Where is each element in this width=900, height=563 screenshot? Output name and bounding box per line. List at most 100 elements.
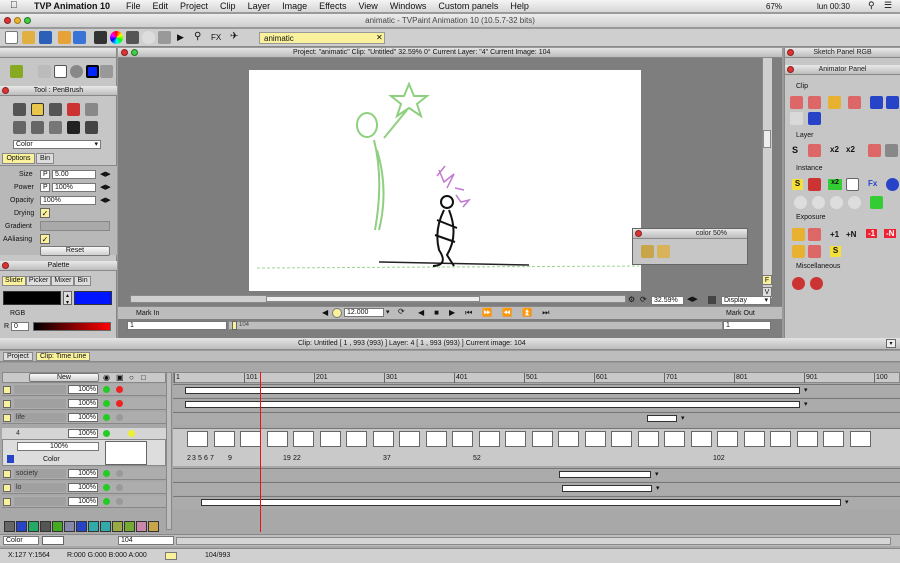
color-swatch[interactable] — [148, 521, 159, 532]
layer-row[interactable]: 100% — [2, 496, 166, 508]
transport-6-icon[interactable]: ⏪ — [502, 308, 512, 318]
layer-opacity[interactable]: 100% — [68, 399, 98, 408]
swatch-icon[interactable] — [86, 65, 99, 78]
brush-color-icon[interactable] — [641, 245, 654, 258]
sketch-close-icon[interactable] — [787, 49, 794, 56]
brush-tool-5-icon[interactable] — [85, 103, 98, 116]
fps-field[interactable]: 12.000 — [344, 308, 384, 317]
color-50-close-icon[interactable] — [635, 230, 642, 237]
clip-bar[interactable] — [559, 471, 651, 478]
pen-icon[interactable] — [38, 65, 51, 78]
clip-chevron-icon[interactable]: ▾ — [804, 386, 808, 394]
frame-thumb[interactable] — [213, 431, 235, 447]
mark-out-field[interactable]: 1 — [723, 321, 771, 330]
brush-tool-8-icon[interactable] — [49, 121, 62, 134]
square-icon[interactable] — [54, 65, 67, 78]
undo-icon[interactable] — [58, 31, 71, 44]
exposure-grid-icon[interactable] — [792, 228, 805, 241]
frame-thumb[interactable] — [584, 431, 606, 447]
frame-thumb[interactable] — [637, 431, 659, 447]
zoom-stepper[interactable]: ◀▶ — [687, 295, 698, 303]
prev-icon[interactable]: ◀ — [322, 308, 328, 317]
menu-image[interactable]: Image — [282, 1, 307, 11]
skull2-icon[interactable] — [808, 178, 821, 191]
animator-close-icon[interactable] — [787, 66, 794, 73]
menu-help[interactable]: Help — [510, 1, 529, 11]
misc-icon[interactable] — [792, 277, 805, 290]
size-stepper[interactable]: ◀▶ — [100, 170, 111, 178]
layer-track[interactable]: ▾ — [173, 496, 900, 509]
palette-tab-picker[interactable]: Picker — [25, 276, 52, 286]
menu-file[interactable]: File — [126, 1, 141, 11]
menu-custom-panels[interactable]: Custom panels — [438, 1, 498, 11]
instance-white-icon[interactable] — [846, 178, 859, 191]
frame-thumb[interactable] — [266, 431, 288, 447]
r-value[interactable]: 0 — [11, 322, 29, 331]
color-swatch[interactable] — [136, 521, 147, 532]
minus-one-button[interactable]: -1 — [866, 229, 878, 238]
clip-chevron-icon[interactable]: ▾ — [656, 484, 660, 492]
color-swatch[interactable] — [124, 521, 135, 532]
r-slider[interactable] — [33, 322, 111, 331]
stamp-icon[interactable] — [158, 31, 171, 44]
color-mode-select[interactable]: Color ▾ — [13, 140, 101, 149]
color-swatch[interactable] — [16, 521, 27, 532]
exposure-grid3-icon[interactable] — [792, 245, 805, 258]
layer-s-icon[interactable]: S — [792, 145, 798, 155]
apple-icon[interactable]:  — [10, 0, 18, 11]
color-wheel-icon[interactable] — [110, 31, 123, 44]
layer-merge-icon[interactable] — [868, 144, 881, 157]
transport-2-icon[interactable]: ■ — [434, 308, 439, 318]
color-swatch[interactable] — [40, 521, 51, 532]
current-frame-line[interactable] — [260, 372, 261, 532]
clip-bar[interactable] — [562, 485, 652, 492]
secondary-color-swatch[interactable] — [74, 291, 112, 305]
transport-4-icon[interactable]: ⏮ — [465, 308, 472, 318]
zoom-reset-icon[interactable]: ⚙ — [628, 295, 635, 304]
layer-name[interactable]: life — [14, 413, 66, 422]
layer-track[interactable]: ▾ — [173, 482, 900, 495]
layer-visible-dot[interactable] — [103, 400, 110, 407]
color-menu-icon[interactable]: ▴ ▾ — [63, 291, 72, 306]
project-tab[interactable]: animatic ✕ — [259, 32, 385, 44]
new-file-icon[interactable] — [5, 31, 18, 44]
brush-tool-2-icon[interactable] — [31, 103, 44, 116]
brush-tool-9-icon[interactable] — [67, 121, 80, 134]
fill-icon[interactable] — [94, 31, 107, 44]
brush-tool-10-icon[interactable] — [85, 121, 98, 134]
mark-in-field[interactable]: 1 — [127, 321, 227, 330]
frame-thumb[interactable] — [425, 431, 447, 447]
power-stepper[interactable]: ◀▶ — [100, 183, 111, 191]
frame-thumb[interactable] — [346, 431, 367, 447]
clip-grid4-icon[interactable] — [848, 96, 861, 109]
transport-5-icon[interactable]: ⏩ — [482, 308, 492, 318]
layer-clear-icon[interactable] — [808, 144, 821, 157]
reset-button[interactable]: Reset — [40, 246, 110, 256]
instance-s-button[interactable]: S — [792, 179, 803, 190]
zoom-icon[interactable]: ⚲ — [194, 31, 201, 42]
layer-lock-dot[interactable] — [116, 400, 123, 407]
transport-1-icon[interactable]: ◀ — [418, 308, 424, 318]
instance-fx-button[interactable]: Fx — [868, 179, 877, 188]
clip-bar[interactable] — [185, 401, 800, 408]
bottom-color-swatch[interactable] — [42, 536, 64, 545]
frame-thumb[interactable] — [717, 431, 738, 447]
rotate-icon[interactable]: ⟳ — [640, 295, 647, 304]
frame-thumb[interactable] — [399, 431, 420, 447]
view-vscroll[interactable] — [762, 58, 772, 298]
frame-thumb[interactable] — [293, 431, 314, 447]
aaliasing-checkbox[interactable]: ✓ — [40, 234, 50, 244]
clip-bar[interactable] — [647, 415, 677, 422]
prev1-icon[interactable] — [794, 196, 807, 209]
fps-icon[interactable] — [332, 308, 342, 318]
clock-label[interactable]: lun 00:30 — [817, 2, 850, 11]
fit-icon[interactable] — [708, 296, 716, 304]
layer-name[interactable]: lo — [14, 483, 66, 492]
layer-name[interactable] — [14, 497, 66, 506]
palette-tab-mixer[interactable]: Mixer — [51, 276, 75, 286]
color-swatch[interactable] — [28, 521, 39, 532]
layer-name[interactable] — [14, 385, 66, 394]
frame-thumb[interactable] — [664, 431, 685, 447]
frame-thumb[interactable] — [823, 431, 844, 447]
opacity-stepper[interactable]: ◀▶ — [100, 196, 111, 204]
